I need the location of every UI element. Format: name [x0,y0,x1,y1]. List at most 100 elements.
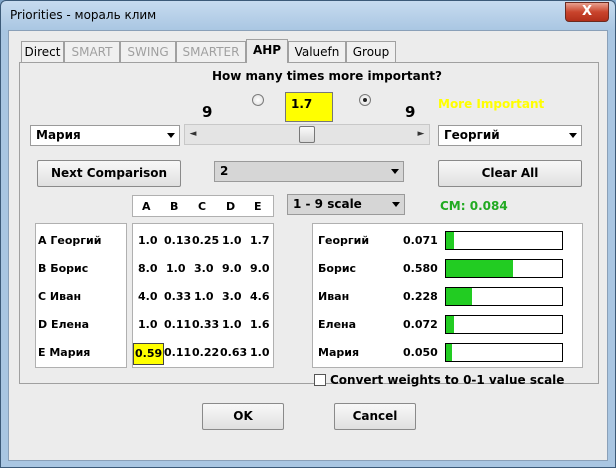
weight-bar [445,315,563,334]
tab-ahp[interactable]: AHP [246,39,288,63]
weight-bar [445,287,563,306]
matrix-cell[interactable]: 1.0 [138,234,158,247]
matrix-cell[interactable]: 0.25 [192,234,219,247]
matrix-cell[interactable]: 0.13 [164,234,191,247]
tab-group[interactable]: Group [346,41,396,62]
matrix-cell[interactable]: 0.63 [220,346,247,359]
consistency-measure: CM: 0.084 [440,199,508,213]
weight-value: 0.072 [403,318,438,331]
matrix-row-label: D Елена [38,318,90,331]
weight-value: 0.228 [403,290,438,303]
matrix-cell[interactable]: 1.0 [222,318,242,331]
chevron-down-icon [167,133,175,138]
tab-smart[interactable]: SMART [64,41,120,62]
left-item-value: Мария [36,128,81,142]
ahp-panel: How many times more important? 1.7 More … [19,62,599,387]
matrix-cell[interactable]: 1.0 [194,290,214,303]
right-item-select[interactable]: Георгий [438,125,582,146]
cancel-button[interactable]: Cancel [334,403,416,430]
matrix-cell[interactable]: 8.0 [138,262,158,275]
weight-value: 0.050 [403,346,438,359]
scale-select[interactable]: 1 - 9 scale [287,194,405,215]
title-bar[interactable]: Priorities - мораль клим X [1,1,615,30]
weight-bar-fill [446,232,454,249]
matrix-cell[interactable]: 0.11 [164,346,191,359]
close-button[interactable]: X [565,2,609,22]
matrix-cell[interactable]: 1.6 [250,318,270,331]
weight-value: 0.071 [403,234,438,247]
left-scale-label: 9 [202,103,213,121]
matrix-cell[interactable]: 1.0 [138,318,158,331]
priorities-window: Priorities - мораль клим X Direct SMART … [0,0,616,468]
weight-name: Елена [318,318,357,331]
ok-button[interactable]: OK [202,403,284,430]
matrix-cell[interactable]: 1.0 [222,234,242,247]
question-label: How many times more important? [212,69,442,83]
weight-name: Георгий [318,234,370,247]
ratio-field[interactable]: 1.7 [285,92,333,122]
matrix-row-label: E Мария [38,346,91,359]
weight-bar-fill [446,344,452,361]
slider-thumb[interactable] [299,126,315,143]
matrix-cell[interactable]: 1.0 [166,262,186,275]
convert-weights-label: Convert weights to 0-1 value scale [330,373,565,387]
window-title: Priorities - мораль клим [10,8,157,22]
matrix-cell[interactable]: 4.6 [250,290,270,303]
matrix-cell[interactable]: 0.22 [192,346,219,359]
next-comparison-button[interactable]: Next Comparison [37,160,181,187]
matrix-row-label: B Борис [38,262,89,275]
matrix-header: A B C D E [132,195,274,217]
weight-bar [445,259,563,278]
tab-smarter[interactable]: SMARTER [176,41,246,62]
matrix-cell[interactable]: 9.0 [222,262,242,275]
matrix-cell[interactable]: 9.0 [250,262,270,275]
weight-bar-fill [446,288,472,305]
right-radio[interactable] [359,94,371,106]
matrix-col-header: E [254,200,262,213]
left-item-select[interactable]: Мария [30,125,180,146]
chevron-down-icon [392,202,400,207]
weight-name: Борис [318,262,357,275]
weight-name: Иван [318,290,350,303]
right-scale-label: 9 [405,103,416,121]
chevron-down-icon [569,133,577,138]
left-radio[interactable] [252,94,264,106]
chevron-down-icon [391,169,399,174]
slider-left-arrow-icon[interactable]: ◄ [185,125,201,144]
matrix-cell[interactable]: 1.7 [250,234,270,247]
weight-value: 0.580 [403,262,438,275]
matrix-cell[interactable]: 1.0 [250,346,270,359]
matrix-cell[interactable]: 0.11 [164,318,191,331]
weight-bar-fill [446,260,513,277]
matrix-cell[interactable]: 0.33 [192,318,219,331]
dialog-client: Direct SMART SWING SMARTER AHP Valuefn G… [8,30,608,461]
weight-bar-fill [446,316,454,333]
comparison-number-select[interactable]: 2 [214,161,404,182]
comparison-matrix: 1.0 0.13 0.25 1.0 1.7 8.0 1.0 3.0 9.0 9.… [132,223,274,368]
ratio-value: 1.7 [291,97,313,111]
tab-swing[interactable]: SWING [120,41,176,62]
right-item-value: Георгий [444,128,500,142]
clear-all-button[interactable]: Clear All [438,160,582,187]
matrix-cell[interactable]: 3.0 [222,290,242,303]
convert-weights-checkbox[interactable] [314,374,326,386]
matrix-col-header: B [170,200,179,213]
weight-name: Мария [318,346,360,359]
matrix-cell[interactable]: 3.0 [194,262,214,275]
matrix-col-header: A [142,200,151,213]
scale-select-value: 1 - 9 scale [293,197,362,211]
weight-bar [445,343,563,362]
matrix-cell-highlighted[interactable]: 0.59 [133,343,165,365]
comparison-number-value: 2 [220,164,229,178]
comparison-slider[interactable]: ◄ ► [184,124,430,145]
matrix-cell[interactable]: 0.33 [164,290,191,303]
slider-right-arrow-icon[interactable]: ► [413,125,429,144]
more-important-label: More Important [438,97,545,111]
matrix-cell[interactable]: 4.0 [138,290,158,303]
tab-valuefn[interactable]: Valuefn [288,41,346,62]
matrix-col-header: C [198,200,207,213]
matrix-row-labels: A Георгий B Борис C Иван D Елена E Мария [35,223,127,368]
weight-bar [445,231,563,250]
tab-direct[interactable]: Direct [21,41,64,62]
matrix-row-label: C Иван [38,290,82,303]
